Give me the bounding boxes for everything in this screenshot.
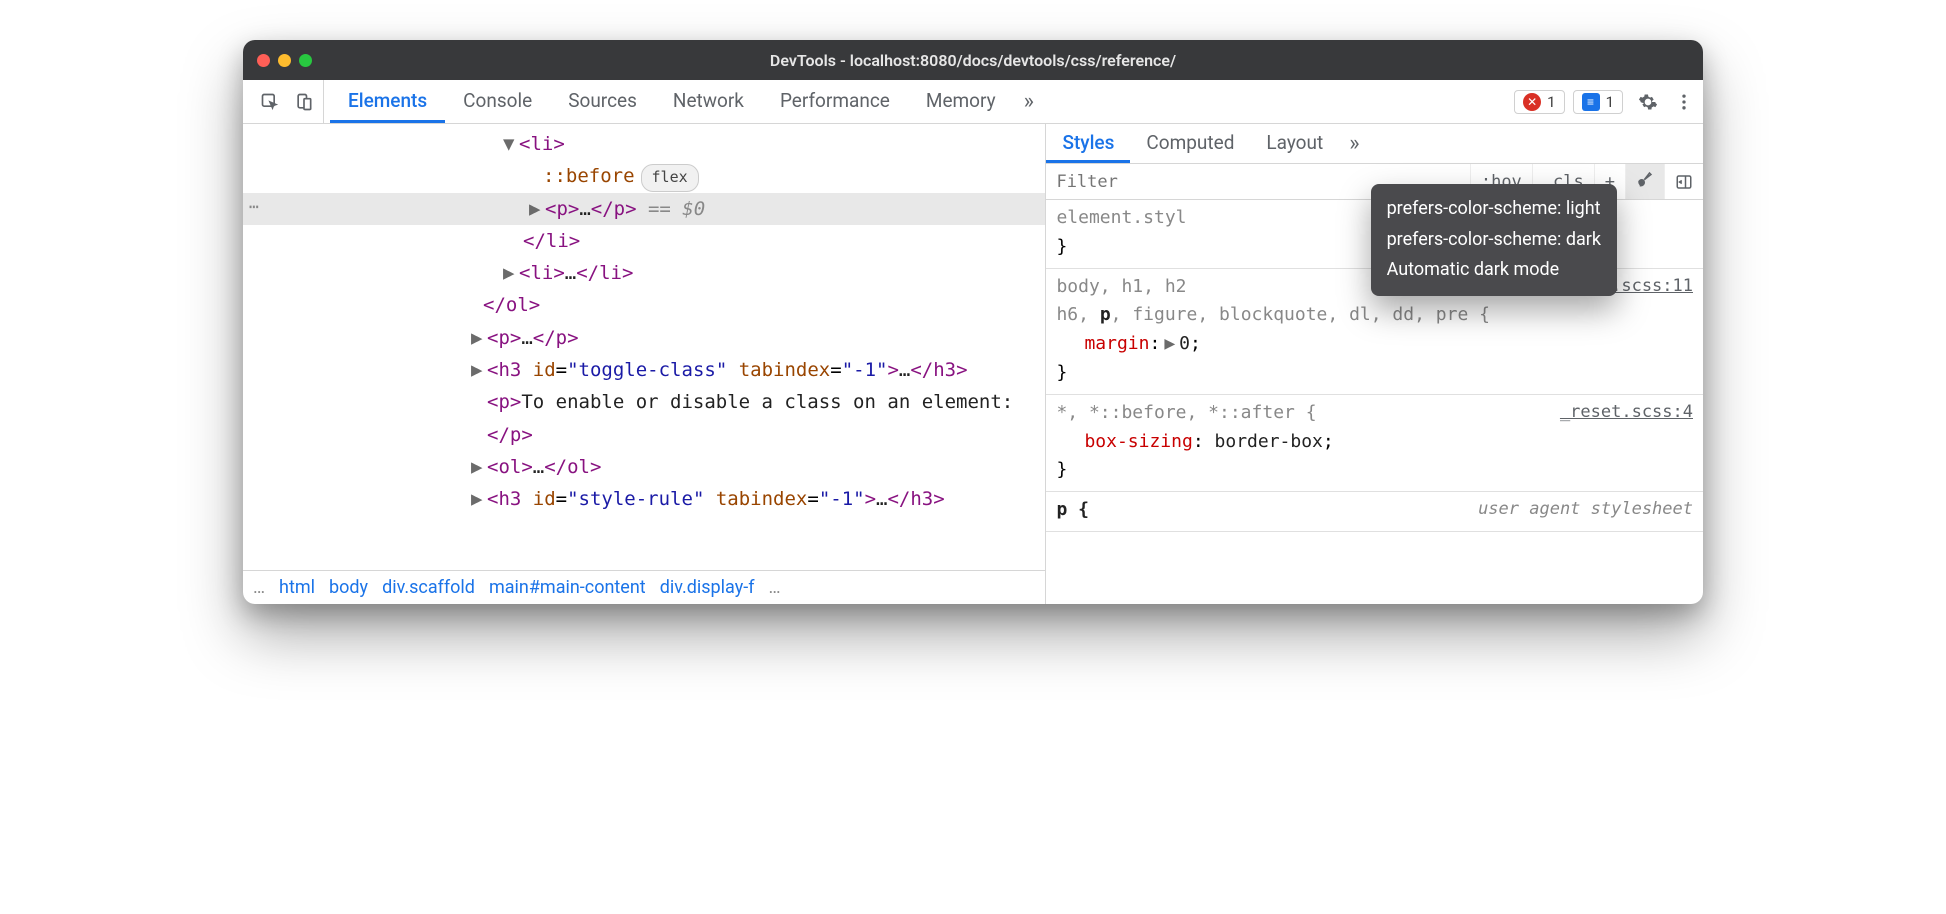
minimize-window-button[interactable] [278, 54, 291, 67]
tab-label: Memory [926, 89, 996, 112]
caret-icon[interactable]: ▶ [471, 483, 485, 515]
breadcrumb-ellipsis[interactable]: … [253, 577, 265, 598]
dom-row-selected[interactable]: ▶<p>…</p> == $0 [243, 193, 1045, 225]
device-toggle-icon[interactable] [293, 91, 315, 113]
messages-badge[interactable]: ≡ 1 [1573, 90, 1623, 114]
breadcrumb-item[interactable]: div.scaffold [382, 577, 475, 598]
toggle-sidebar-icon[interactable] [1664, 164, 1703, 199]
caret-icon[interactable]: ▶ [503, 257, 517, 289]
styles-tabs: Styles Computed Layout » [1046, 124, 1703, 164]
window-title: DevTools - localhost:8080/docs/devtools/… [243, 51, 1703, 70]
tab-elements[interactable]: Elements [330, 80, 445, 123]
tab-label: Computed [1146, 131, 1234, 154]
tab-label: Performance [780, 89, 890, 112]
dollar-zero: == $0 [637, 198, 706, 220]
tab-label: Layout [1266, 131, 1323, 154]
devtools-window: DevTools - localhost:8080/docs/devtools/… [243, 40, 1703, 604]
popup-option[interactable]: prefers-color-scheme: dark [1387, 225, 1601, 256]
tab-label: Network [673, 89, 744, 112]
dom-row[interactable]: ▶<ol>…</ol> [243, 451, 1045, 483]
more-tabs-icon[interactable]: » [1014, 80, 1044, 123]
tab-computed[interactable]: Computed [1130, 124, 1250, 163]
settings-icon[interactable] [1637, 91, 1659, 113]
breadcrumb: … html body div.scaffold main#main-conte… [243, 570, 1045, 604]
dom-row[interactable]: ▼<li> [243, 128, 1045, 160]
message-icon: ≡ [1582, 93, 1600, 111]
panel-tabs: Elements Console Sources Network Perform… [330, 80, 1506, 123]
breadcrumb-item[interactable]: div.display-f [660, 577, 755, 598]
rendering-emulation-button[interactable] [1625, 164, 1664, 199]
error-icon: ✕ [1523, 93, 1541, 111]
breadcrumb-item[interactable]: main#main-content [489, 577, 646, 598]
dom-row[interactable]: <p>To enable or disable a class on an el… [243, 386, 1045, 451]
popup-option[interactable]: prefers-color-scheme: light [1387, 194, 1601, 225]
errors-badge[interactable]: ✕ 1 [1514, 90, 1564, 114]
rule-block[interactable]: user agent stylesheet p { [1046, 492, 1703, 532]
caret-icon[interactable]: ▶ [471, 322, 485, 354]
dom-row[interactable]: ▶<h3 id="style-rule" tabindex="-1">…</h3… [243, 483, 1045, 515]
dom-row[interactable]: ▶<li>…</li> [243, 257, 1045, 289]
tab-label: Sources [568, 89, 637, 112]
content-area: ▼<li> ::beforeflex ▶<p>…</p> == $0 </li>… [243, 124, 1703, 604]
caret-icon[interactable]: ▼ [503, 128, 517, 160]
brace: } [1056, 456, 1693, 485]
color-scheme-popup: prefers-color-scheme: light prefers-colo… [1371, 184, 1617, 296]
dom-row[interactable]: ▶<p>…</p> [243, 322, 1045, 354]
dom-tree[interactable]: ▼<li> ::beforeflex ▶<p>…</p> == $0 </li>… [243, 124, 1045, 570]
toolbar-left [251, 80, 324, 123]
tab-label: Elements [348, 89, 427, 112]
tab-sources[interactable]: Sources [550, 80, 655, 123]
tab-console[interactable]: Console [445, 80, 550, 123]
rule-block[interactable]: _reset.scss:4 *, *::before, *::after { b… [1046, 395, 1703, 492]
main-toolbar: Elements Console Sources Network Perform… [243, 80, 1703, 124]
tab-styles[interactable]: Styles [1046, 124, 1130, 163]
breadcrumb-item[interactable]: body [329, 577, 368, 598]
css-property[interactable]: margin:▶0; [1056, 330, 1693, 359]
zoom-window-button[interactable] [299, 54, 312, 67]
close-window-button[interactable] [257, 54, 270, 67]
tab-network[interactable]: Network [655, 80, 762, 123]
inspect-element-icon[interactable] [259, 91, 281, 113]
caret-icon[interactable]: ▶ [529, 193, 543, 225]
caret-icon[interactable]: ▶ [471, 354, 485, 386]
paintbrush-icon [1636, 170, 1654, 193]
brace: } [1056, 359, 1693, 388]
dom-row[interactable]: </ol> [243, 289, 1045, 321]
tab-layout[interactable]: Layout [1250, 124, 1339, 163]
popup-option[interactable]: Automatic dark mode [1387, 255, 1601, 286]
tab-performance[interactable]: Performance [762, 80, 908, 123]
titlebar: DevTools - localhost:8080/docs/devtools/… [243, 40, 1703, 80]
dom-row[interactable]: </li> [243, 225, 1045, 257]
dom-row[interactable]: ::beforeflex [243, 160, 1045, 192]
tab-label: Console [463, 89, 532, 112]
tab-label: Styles [1062, 131, 1114, 154]
source-link[interactable]: .scss:11 [1611, 273, 1693, 300]
source-link[interactable]: _reset.scss:4 [1560, 399, 1693, 426]
tab-memory[interactable]: Memory [908, 80, 1014, 123]
more-tabs-icon[interactable]: » [1339, 124, 1369, 163]
toolbar-right: ✕ 1 ≡ 1 [1506, 80, 1695, 123]
flex-badge[interactable]: flex [641, 164, 699, 192]
user-agent-label: user agent stylesheet [1478, 496, 1693, 523]
breadcrumb-ellipsis[interactable]: … [768, 577, 780, 598]
caret-icon[interactable]: ▶ [471, 451, 485, 483]
dom-row[interactable]: ▶<h3 id="toggle-class" tabindex="-1">…</… [243, 354, 1045, 386]
messages-count: 1 [1606, 93, 1614, 111]
kebab-menu-icon[interactable] [1673, 91, 1695, 113]
breadcrumb-item[interactable]: html [279, 577, 315, 598]
errors-count: 1 [1547, 93, 1555, 111]
elements-panel: ▼<li> ::beforeflex ▶<p>…</p> == $0 </li>… [243, 124, 1046, 604]
expand-icon[interactable]: ▶ [1164, 333, 1175, 354]
styles-panel: Styles Computed Layout » :hov .cls + [1046, 124, 1703, 604]
css-property[interactable]: box-sizing: border-box; [1056, 428, 1693, 457]
window-controls [257, 54, 312, 67]
